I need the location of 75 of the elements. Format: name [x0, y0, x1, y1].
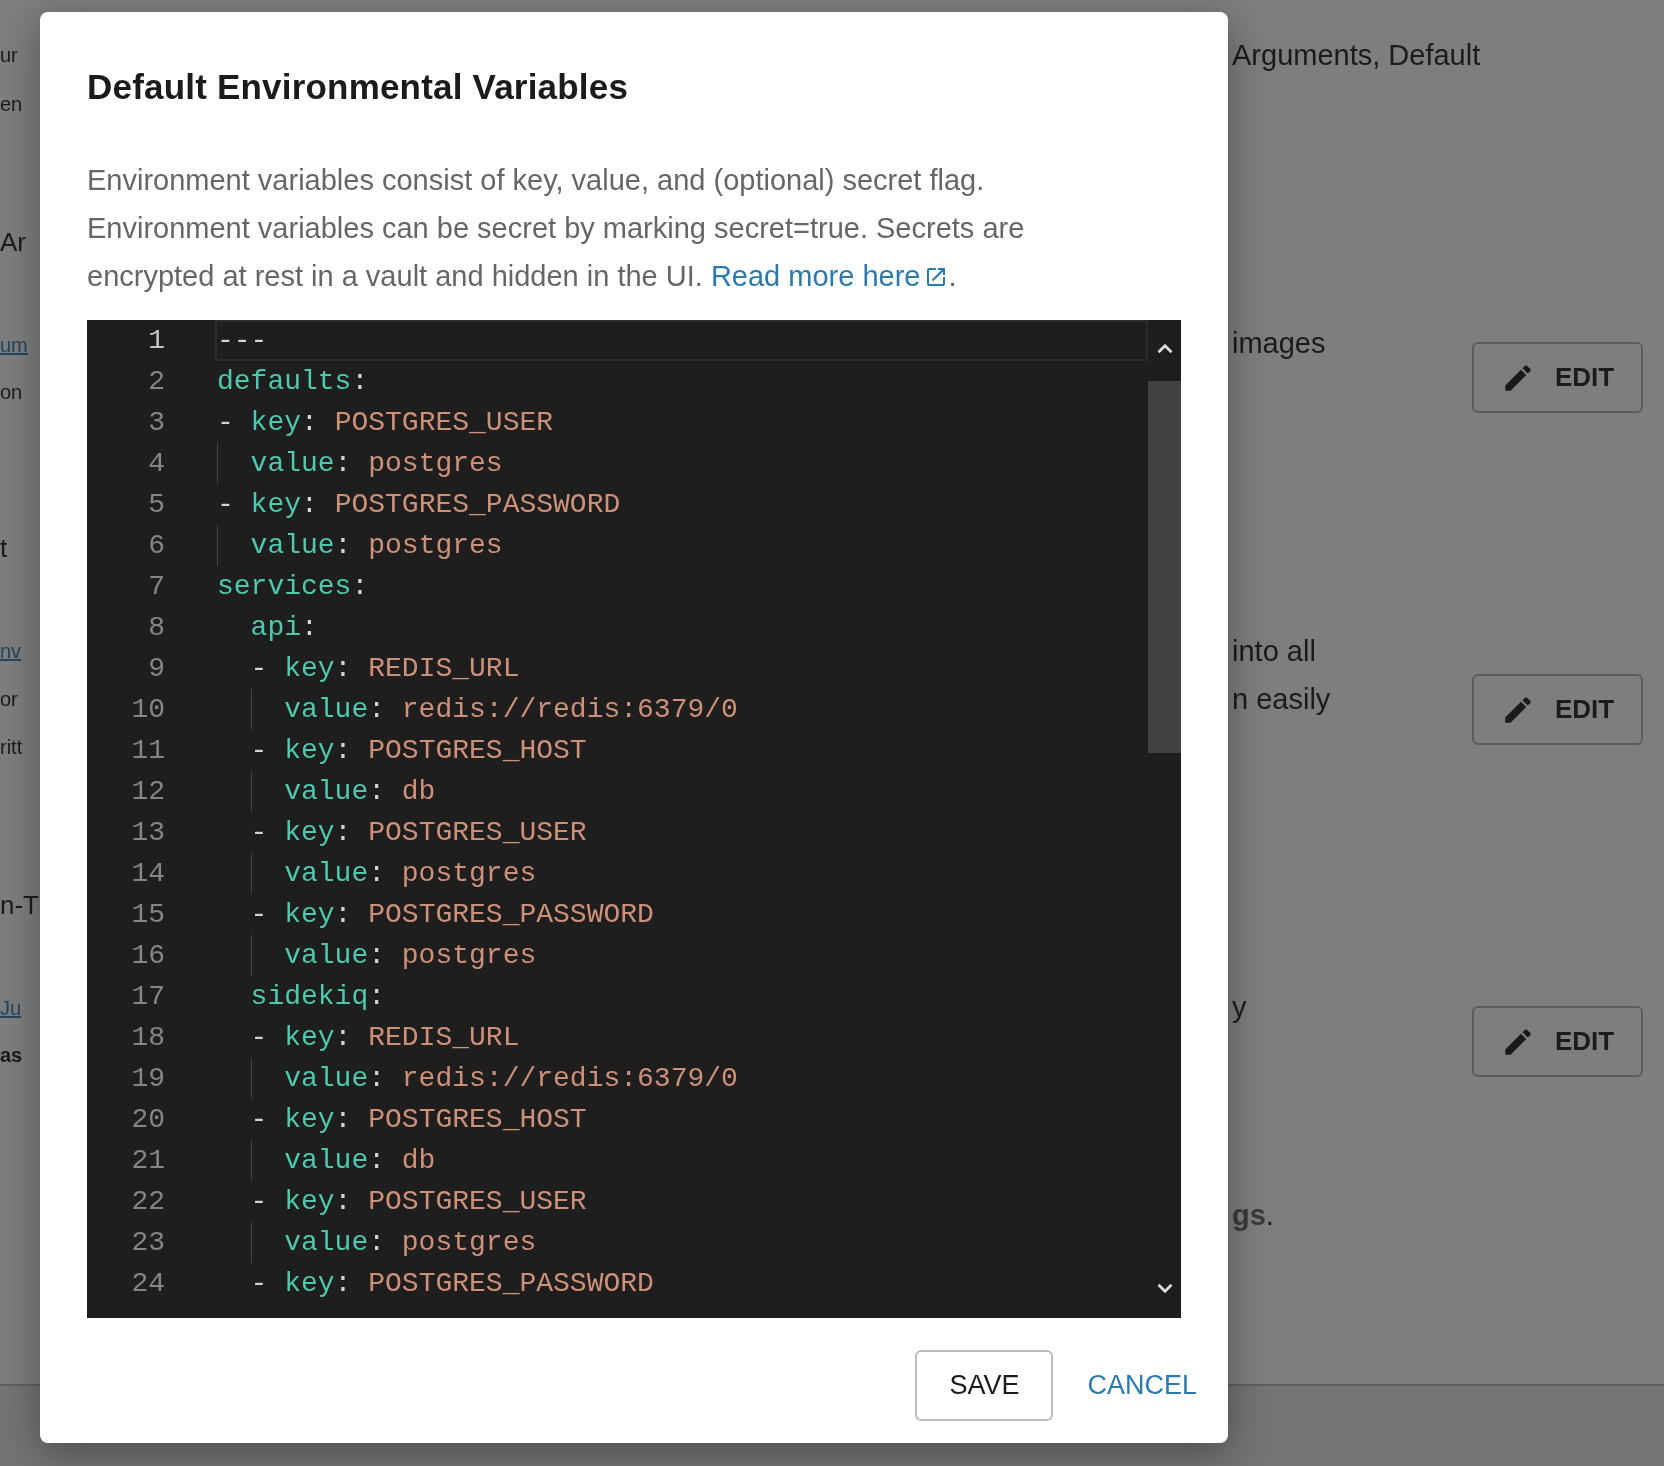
- page-text: on: [0, 380, 23, 405]
- line-number: 15: [130, 898, 165, 932]
- line-number: 6: [147, 529, 165, 563]
- line-number: 18: [130, 1021, 165, 1055]
- code-line: - key: POSTGRES_PASSWORD: [249, 898, 654, 932]
- page-text: into all: [1232, 634, 1316, 669]
- page-link[interactable]: Ju: [0, 988, 22, 1028]
- line-number: 19: [130, 1062, 165, 1096]
- code-line: value: postgres: [217, 525, 503, 566]
- code-line: - key: POSTGRES_USER: [249, 816, 587, 850]
- code-line: - key: POSTGRES_HOST: [249, 1103, 587, 1137]
- page-heading: Ar: [0, 226, 26, 259]
- code-line: sidekiq:: [249, 980, 386, 1014]
- dialog-description: Environment variables consist of key, value, and (optional) secret flag. Environment variables can be secret by marking secret=true. Secrets are encrypted at rest in a vault and hidden in the UI. Read more here .: [87, 163, 1026, 294]
- line-number: 4: [147, 447, 165, 481]
- code-line: - key: REDIS_URL: [249, 1021, 520, 1055]
- line-number: 7: [147, 570, 165, 604]
- code-line: value: postgres: [217, 853, 537, 894]
- code-line: services:: [217, 570, 369, 604]
- page-text: n easily: [1232, 682, 1331, 717]
- page-text: en: [0, 92, 23, 117]
- line-number: 1: [147, 324, 165, 358]
- code-line: value: postgres: [217, 935, 537, 976]
- code-line: value: postgres: [217, 1222, 537, 1263]
- page-text: y: [1232, 990, 1247, 1025]
- code-line: value: db: [217, 1140, 436, 1181]
- code-line: ---: [217, 324, 268, 358]
- code-line: - key: POSTGRES_USER: [249, 1185, 587, 1219]
- edit-button[interactable]: EDIT: [1472, 674, 1643, 745]
- line-number: 17: [130, 980, 165, 1014]
- code-line: value: redis://redis:6379/0: [217, 1058, 738, 1099]
- read-more-link[interactable]: Read more here: [710, 260, 949, 292]
- edit-button[interactable]: EDIT: [1472, 342, 1643, 413]
- scrollbar-thumb[interactable]: [1148, 381, 1181, 753]
- line-number: 5: [147, 488, 165, 522]
- page-link[interactable]: nv: [0, 631, 22, 671]
- line-number: 20: [130, 1103, 165, 1137]
- edit-button[interactable]: EDIT: [1472, 1006, 1643, 1077]
- code-line: api:: [249, 611, 318, 645]
- page-heading: n-T: [0, 889, 39, 922]
- code-line: value: db: [217, 771, 436, 812]
- code-line: - key: POSTGRES_PASSWORD: [217, 488, 621, 522]
- code-line: value: redis://redis:6379/0: [217, 689, 738, 730]
- page-text: as: [0, 1043, 23, 1068]
- page-text: ur: [0, 43, 18, 68]
- page-text: or: [0, 687, 18, 712]
- line-number: 22: [130, 1185, 165, 1219]
- line-number: 10: [130, 693, 165, 727]
- page-text: images: [1232, 326, 1326, 361]
- line-number: 9: [147, 652, 165, 686]
- line-number: 2: [147, 365, 165, 399]
- line-number: 16: [130, 939, 165, 973]
- page-text: ritt: [0, 735, 23, 760]
- code-line: defaults:: [217, 365, 369, 399]
- dialog-title: Default Environmental Variables: [87, 66, 630, 108]
- page-text: gs.: [1232, 1198, 1274, 1233]
- line-number: 8: [147, 611, 165, 645]
- code-line: - key: POSTGRES_PASSWORD: [249, 1267, 654, 1301]
- line-number: 21: [130, 1144, 165, 1178]
- line-number: 23: [130, 1226, 165, 1260]
- page-heading: t: [0, 532, 8, 565]
- code-line: value: postgres: [217, 443, 503, 484]
- code-line: - key: POSTGRES_USER: [217, 406, 554, 440]
- line-number: 24: [130, 1267, 165, 1301]
- line-number: 11: [130, 734, 165, 768]
- line-number: 3: [147, 406, 165, 440]
- line-number: 14: [130, 857, 165, 891]
- line-number: 13: [130, 816, 165, 850]
- code-line: - key: POSTGRES_HOST: [249, 734, 587, 768]
- save-button[interactable]: SAVE: [915, 1350, 1054, 1421]
- page-link[interactable]: um: [0, 325, 28, 365]
- code-line: - key: REDIS_URL: [249, 652, 520, 686]
- line-number: 12: [130, 775, 165, 809]
- page-text: Arguments, Default: [1232, 38, 1481, 73]
- code-editor[interactable]: [87, 320, 1181, 1318]
